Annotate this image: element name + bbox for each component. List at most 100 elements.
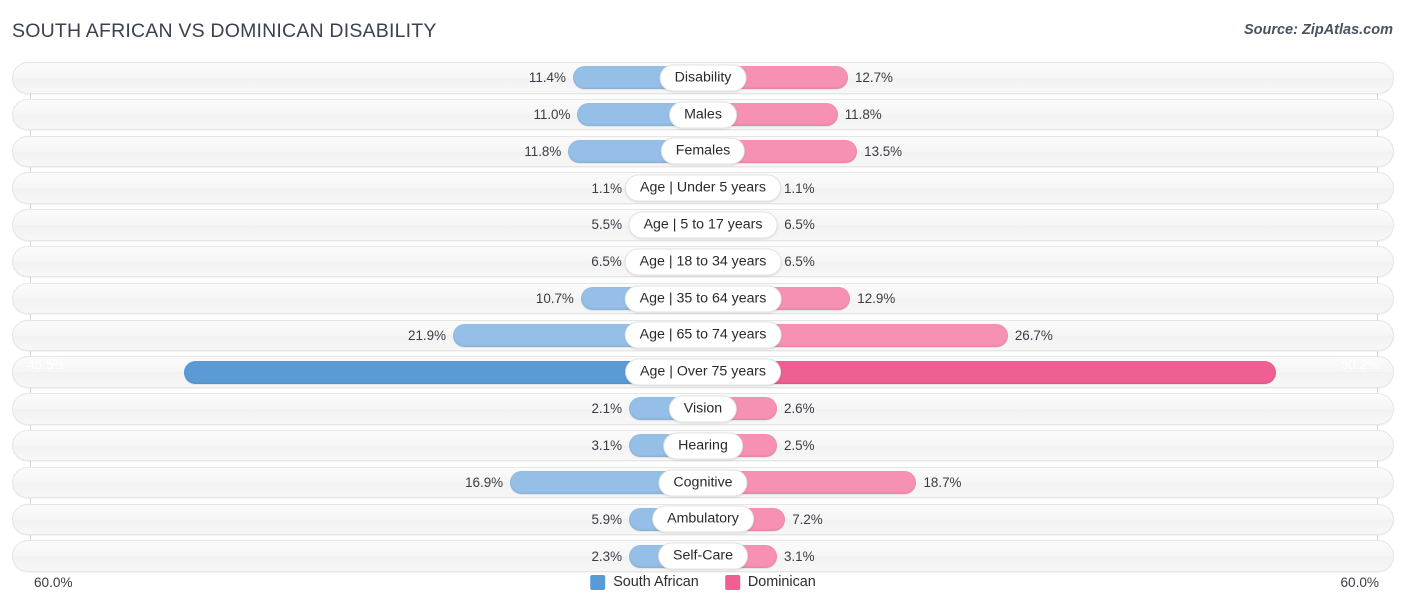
legend-swatch-icon — [724, 574, 740, 590]
row-right-half: 6.5% — [703, 247, 1393, 277]
bar-dominican[interactable] — [703, 360, 1277, 384]
right-value-label: 1.1% — [784, 180, 815, 196]
right-value-label: 7.2% — [792, 511, 823, 527]
category-label-pill[interactable]: Vision — [668, 395, 738, 423]
table-row[interactable]: 5.5% 6.5% Age | 5 to 17 years — [12, 209, 1394, 241]
legend-item[interactable]: South African — [590, 574, 699, 590]
axis-label-left: 60.0% — [34, 575, 73, 590]
left-value-label: 1.1% — [591, 180, 622, 196]
left-value-label: 6.5% — [591, 254, 622, 270]
left-value-label: 45.5% — [27, 357, 65, 373]
right-value-label: 26.7% — [1014, 327, 1053, 343]
row-left-half: 2.3% — [13, 541, 703, 571]
table-row[interactable]: 11.0% 11.8% Males — [12, 98, 1394, 131]
table-row[interactable]: 16.9% 18.7% Cognitive — [12, 466, 1394, 499]
category-label-pill[interactable]: Age | Under 5 years — [625, 174, 781, 202]
row-right-half: 13.5% — [703, 137, 1393, 167]
right-value-label: 13.5% — [864, 143, 903, 159]
row-left-half: 2.1% — [13, 394, 703, 424]
table-row[interactable]: 11.8% 13.5% Females — [12, 135, 1394, 168]
row-right-half: 12.9% — [703, 284, 1393, 314]
row-left-half: 11.4% — [13, 63, 703, 93]
row-right-half: 7.2% — [703, 505, 1393, 535]
row-right-half: 2.5% — [703, 431, 1393, 461]
row-left-half: 21.9% — [13, 321, 703, 351]
row-left-half: 10.7% — [13, 284, 703, 314]
source-attribution: Source: ZipAtlas.com — [1243, 22, 1393, 38]
row-right-half: 11.8% — [703, 100, 1393, 130]
right-value-label: 12.7% — [854, 70, 893, 86]
right-value-label: 50.2% — [1341, 357, 1379, 373]
chart-footer: 60.0% South African Dominican 60.0% — [12, 568, 1394, 608]
row-right-half: 12.7% — [703, 63, 1393, 93]
table-row[interactable]: 10.7% 12.9% Age | 35 to 64 years — [12, 282, 1394, 315]
table-row[interactable]: 1.1% 1.1% Age | Under 5 years — [12, 172, 1394, 204]
table-row[interactable]: 45.5% 50.2% Age | Over 75 years — [12, 356, 1394, 388]
left-value-label: 16.9% — [465, 475, 504, 491]
chart-header: SOUTH AFRICAN VS DOMINICAN DISABILITY So… — [0, 0, 1406, 62]
row-left-half: 1.1% — [13, 173, 703, 203]
row-left-half: 11.8% — [13, 137, 703, 167]
category-label-pill[interactable]: Age | 65 to 74 years — [624, 321, 782, 349]
left-value-label: 11.8% — [524, 143, 562, 159]
category-label-pill[interactable]: Age | 18 to 34 years — [624, 248, 782, 276]
right-value-label: 6.5% — [784, 254, 815, 270]
row-right-half: 2.6% — [703, 394, 1393, 424]
chart-legend: South African Dominican — [590, 574, 816, 590]
right-value-label: 18.7% — [923, 475, 962, 491]
table-row[interactable]: 2.3% 3.1% Self-Care — [12, 540, 1394, 572]
table-row[interactable]: 5.9% 7.2% Ambulatory — [12, 503, 1394, 536]
category-label-pill[interactable]: Males — [669, 101, 737, 129]
category-label-pill[interactable]: Ambulatory — [652, 505, 754, 533]
category-label-pill[interactable]: Cognitive — [658, 469, 748, 497]
row-right-half: 6.5% — [703, 210, 1393, 240]
right-value-label: 11.8% — [844, 107, 882, 123]
left-value-label: 11.0% — [533, 107, 571, 123]
table-row[interactable]: 11.4% 12.7% Disability — [12, 62, 1394, 94]
category-label-pill[interactable]: Hearing — [663, 432, 743, 460]
left-value-label: 3.1% — [591, 438, 622, 454]
right-value-label: 3.1% — [784, 548, 815, 564]
row-left-half: 16.9% — [13, 468, 703, 498]
row-left-half: 5.9% — [13, 505, 703, 535]
row-left-half: 3.1% — [13, 431, 703, 461]
left-value-label: 21.9% — [408, 327, 446, 343]
table-row[interactable]: 21.9% 26.7% Age | 65 to 74 years — [12, 319, 1394, 352]
row-right-half: 3.1% — [703, 541, 1393, 571]
category-label-pill[interactable]: Age | 35 to 64 years — [624, 285, 782, 313]
left-value-label: 11.4% — [528, 70, 566, 86]
left-value-label: 5.9% — [591, 511, 622, 527]
legend-label: Dominican — [747, 574, 816, 590]
row-right-half: 26.7% — [703, 321, 1393, 351]
category-label-pill[interactable]: Age | Over 75 years — [625, 358, 781, 386]
axis-label-right: 60.0% — [1340, 575, 1379, 590]
left-value-label: 10.7% — [535, 291, 574, 307]
right-value-label: 6.5% — [784, 217, 815, 233]
category-label-pill[interactable]: Females — [660, 137, 746, 165]
category-label-pill[interactable]: Disability — [659, 64, 747, 92]
row-left-half — [13, 357, 703, 387]
row-right-half: 18.7% — [703, 468, 1393, 498]
chart-plot-area: 11.4% 12.7% Disability 11.0% 11.8% Males 11.8%… — [12, 62, 1394, 572]
table-row[interactable]: 2.1% 2.6% Vision — [12, 393, 1394, 425]
legend-swatch-icon — [590, 574, 606, 590]
legend-item[interactable]: Dominican — [724, 574, 816, 590]
row-right-half — [703, 357, 1393, 387]
table-row[interactable]: 6.5% 6.5% Age | 18 to 34 years — [12, 245, 1394, 278]
left-value-label: 2.3% — [591, 548, 622, 564]
chart-rows: 11.4% 12.7% Disability 11.0% 11.8% Males 11.8%… — [12, 62, 1394, 572]
row-right-half: 1.1% — [703, 173, 1393, 203]
legend-label: South African — [613, 574, 699, 590]
right-value-label: 2.5% — [784, 438, 815, 454]
row-left-half: 11.0% — [13, 100, 703, 130]
right-value-label: 2.6% — [784, 401, 815, 417]
category-label-pill[interactable]: Age | 5 to 17 years — [628, 211, 778, 239]
row-left-half: 6.5% — [13, 247, 703, 277]
right-value-label: 12.9% — [857, 291, 896, 307]
category-label-pill[interactable]: Self-Care — [658, 542, 748, 570]
page-title: SOUTH AFRICAN VS DOMINICAN DISABILITY — [12, 20, 437, 42]
left-value-label: 5.5% — [591, 217, 622, 233]
left-value-label: 2.1% — [591, 401, 622, 417]
row-left-half: 5.5% — [13, 210, 703, 240]
table-row[interactable]: 3.1% 2.5% Hearing — [12, 429, 1394, 462]
